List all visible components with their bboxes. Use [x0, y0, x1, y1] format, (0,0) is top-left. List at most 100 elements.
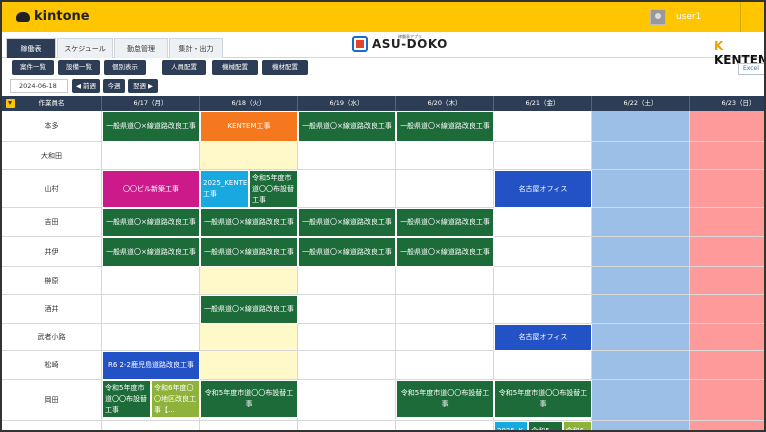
schedule-event[interactable]: 〇〇ビル新築工事 — [102, 170, 200, 208]
worker-name[interactable]: 大和田 — [2, 142, 102, 170]
schedule-event[interactable]: 一般県道〇×線道路改良工事 — [200, 295, 298, 324]
schedule-event[interactable]: 令和5 — [528, 421, 563, 430]
machine-assignment-button[interactable]: 機械配置 — [212, 60, 258, 75]
schedule-cell[interactable] — [494, 111, 592, 142]
worker-name[interactable]: 榊原 — [2, 267, 102, 295]
schedule-event[interactable]: 一般県道〇×線道路改良工事 — [396, 208, 494, 237]
schedule-event[interactable]: 一般県道〇×線道路改良工事 — [396, 237, 494, 267]
worker-name[interactable]: 本多 — [2, 111, 102, 142]
schedule-cell[interactable] — [592, 237, 690, 267]
worker-name[interactable]: 山村 — [2, 170, 102, 208]
schedule-cell[interactable] — [200, 351, 298, 380]
schedule-cell[interactable] — [494, 208, 592, 237]
schedule-cell[interactable] — [690, 421, 764, 430]
schedule-event[interactable]: R6 2-2鹿児島道路改良工事 — [102, 351, 200, 380]
tab-kadou[interactable]: 稼働表 — [6, 38, 56, 58]
worker-name[interactable]: 酒井 — [2, 295, 102, 324]
user-menu[interactable]: user1 — [650, 2, 701, 32]
date-input[interactable]: 2024-06-18 — [10, 79, 68, 93]
schedule-cell[interactable] — [298, 267, 396, 295]
filter-icon[interactable] — [6, 99, 15, 108]
schedule-cell[interactable] — [690, 237, 764, 267]
schedule-cell[interactable] — [592, 295, 690, 324]
schedule-event[interactable]: 一般県道〇×線道路改良工事 — [102, 237, 200, 267]
schedule-cell[interactable] — [298, 324, 396, 351]
schedule-cell[interactable] — [592, 142, 690, 170]
schedule-event[interactable]: 令和6年度〇〇地区改良工事【… — [151, 380, 200, 418]
worker-name[interactable] — [2, 421, 102, 430]
schedule-cell[interactable] — [592, 111, 690, 142]
schedule-cell[interactable] — [690, 170, 764, 208]
schedule-event[interactable]: 令和5年度市道〇〇布設替工事 — [494, 380, 592, 418]
material-assignment-button[interactable]: 機材配置 — [262, 60, 308, 75]
header-menu-area[interactable] — [740, 2, 764, 32]
schedule-cell[interactable] — [102, 142, 200, 170]
next-week-button[interactable]: 翌週 ▶ — [128, 79, 158, 93]
schedule-cell[interactable] — [690, 111, 764, 142]
schedule-cell[interactable] — [200, 142, 298, 170]
schedule-event[interactable]: 令和6 — [562, 421, 592, 430]
kintone-logo[interactable]: kintone — [16, 9, 90, 24]
schedule-cell[interactable] — [200, 267, 298, 295]
schedule-cell[interactable] — [494, 237, 592, 267]
schedule-cell[interactable] — [298, 295, 396, 324]
schedule-event[interactable]: 令和5年度市道〇〇布設替工事 — [200, 380, 298, 418]
schedule-event[interactable]: 一般県道〇×線道路改良工事 — [298, 111, 396, 142]
schedule-event[interactable]: 一般県道〇×線道路改良工事 — [396, 111, 494, 142]
schedule-cell[interactable] — [298, 170, 396, 208]
schedule-cell[interactable] — [690, 295, 764, 324]
schedule-cell[interactable] — [494, 142, 592, 170]
schedule-cell[interactable] — [396, 351, 494, 380]
schedule-cell[interactable] — [396, 295, 494, 324]
schedule-event[interactable]: KENTEM工事 — [200, 111, 298, 142]
schedule-cell[interactable] — [690, 324, 764, 351]
schedule-cell[interactable] — [592, 324, 690, 351]
schedule-cell[interactable] — [396, 142, 494, 170]
worker-name[interactable]: 岡田 — [2, 380, 102, 421]
schedule-event[interactable]: 一般県道〇×線道路改良工事 — [298, 237, 396, 267]
worker-name[interactable]: 武者小路 — [2, 324, 102, 351]
tab-attendance[interactable]: 勤怠管理 — [114, 38, 168, 58]
schedule-event[interactable]: 名古屋オフィス — [494, 170, 592, 208]
schedule-event[interactable]: 令和5年度市道〇〇布設替工事 — [396, 380, 494, 418]
schedule-event[interactable]: 名古屋オフィス — [494, 324, 592, 351]
schedule-cell[interactable] — [102, 324, 200, 351]
schedule-cell[interactable] — [494, 295, 592, 324]
schedule-cell[interactable] — [200, 421, 298, 430]
tab-schedule[interactable]: スケジュール — [57, 38, 113, 58]
schedule-cell[interactable] — [298, 380, 396, 421]
schedule-cell[interactable] — [102, 421, 200, 430]
schedule-cell[interactable] — [102, 267, 200, 295]
schedule-cell[interactable] — [592, 351, 690, 380]
schedule-cell[interactable] — [102, 295, 200, 324]
schedule-event[interactable]: 一般県道〇×線道路改良工事 — [298, 208, 396, 237]
schedule-cell[interactable] — [592, 267, 690, 295]
schedule-event[interactable]: 2025_K — [494, 421, 529, 430]
schedule-event[interactable]: 一般県道〇×線道路改良工事 — [102, 111, 200, 142]
schedule-cell[interactable] — [396, 421, 494, 430]
staff-assignment-button[interactable]: 人員配置 — [162, 60, 206, 75]
excel-button[interactable]: Excel — [738, 63, 764, 75]
prev-week-button[interactable]: ◀ 前週 — [72, 79, 100, 93]
schedule-cell[interactable] — [200, 324, 298, 351]
worker-name[interactable]: 吉田 — [2, 208, 102, 237]
schedule-event[interactable]: 令和5年度市道〇〇布設替工事 — [102, 380, 151, 418]
schedule-cell[interactable] — [592, 170, 690, 208]
schedule-cell[interactable] — [690, 351, 764, 380]
tab-aggregate[interactable]: 集計・出力 — [169, 38, 223, 58]
schedule-cell[interactable] — [494, 267, 592, 295]
equipment-list-button[interactable]: 設備一覧 — [58, 60, 100, 75]
schedule-cell[interactable] — [298, 351, 396, 380]
schedule-event[interactable]: 一般県道〇×線道路改良工事 — [102, 208, 200, 237]
schedule-cell[interactable] — [690, 380, 764, 421]
schedule-cell[interactable] — [494, 351, 592, 380]
schedule-event[interactable]: 令和5年度市道〇〇布設替工事 — [249, 170, 298, 208]
schedule-cell[interactable] — [396, 170, 494, 208]
schedule-cell[interactable] — [298, 142, 396, 170]
worker-name[interactable]: 井伊 — [2, 237, 102, 267]
schedule-cell[interactable] — [690, 208, 764, 237]
schedule-cell[interactable] — [690, 142, 764, 170]
schedule-event[interactable]: 2025_KENTEM 工事 — [200, 170, 249, 208]
schedule-cell[interactable] — [396, 267, 494, 295]
schedule-cell[interactable] — [690, 267, 764, 295]
